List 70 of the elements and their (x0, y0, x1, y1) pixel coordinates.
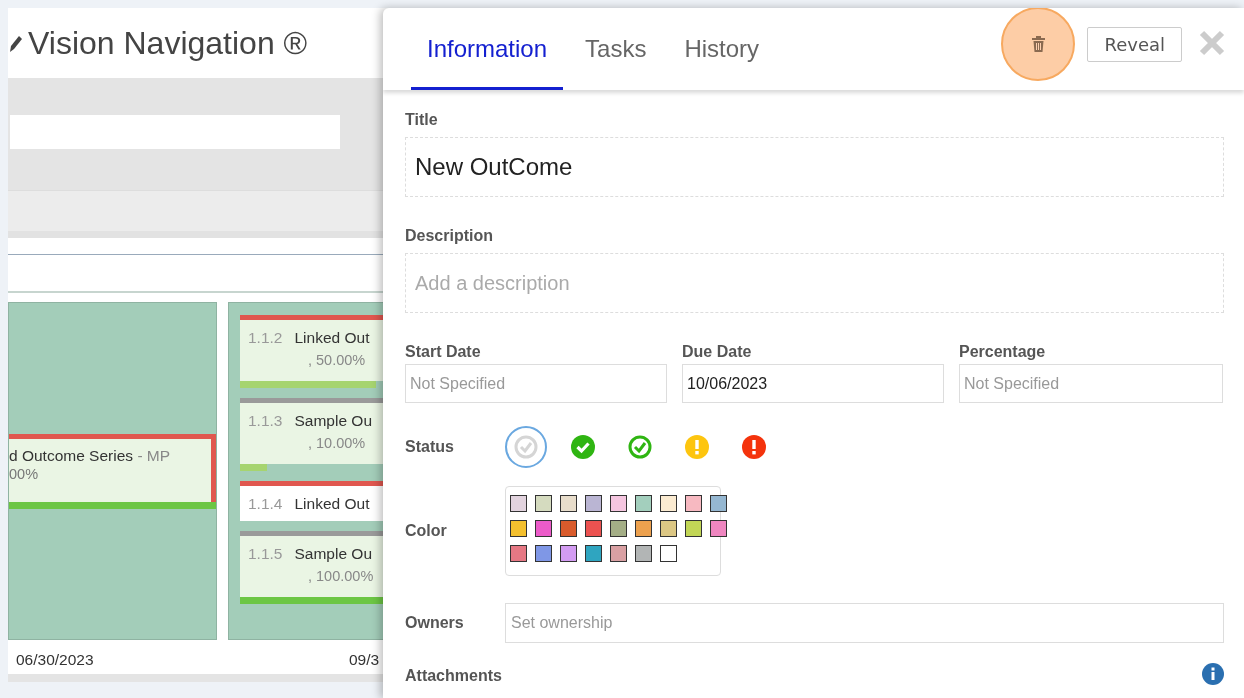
color-swatch[interactable] (585, 495, 602, 512)
unset-status-icon (513, 434, 539, 460)
description-field[interactable]: Add a description (405, 253, 1224, 313)
tab[interactable]: Tasks (569, 35, 663, 90)
color-swatch[interactable] (610, 495, 627, 512)
outcome-number: 1.1.5 (248, 545, 283, 562)
date-label: 06/30/2023 (16, 651, 95, 669)
color-swatch[interactable] (535, 520, 552, 537)
tab[interactable]: History (668, 35, 776, 90)
color-swatch[interactable] (560, 495, 577, 512)
reveal-button[interactable]: Reveal (1087, 26, 1182, 62)
close-icon (1198, 28, 1226, 57)
series-percent: 00% (9, 466, 39, 482)
title-field[interactable]: New OutCome (405, 137, 1224, 197)
alert-status-icon (741, 434, 767, 460)
date-field[interactable]: Not Specified (405, 364, 667, 403)
outcome-title: Linked Out (294, 329, 370, 346)
color-swatch[interactable] (510, 520, 527, 537)
field-label: Owners (405, 614, 465, 632)
warning-status-icon (684, 434, 710, 460)
outcome-number: 1.1.4 (248, 495, 283, 512)
color-swatch[interactable] (660, 545, 677, 562)
search-field[interactable] (10, 115, 340, 149)
field-label: Title (405, 111, 439, 129)
date-field[interactable]: 10/06/2023 (682, 364, 944, 403)
date-label: 09/3 (349, 651, 380, 669)
field-label: Status (405, 438, 455, 456)
color-swatch[interactable] (585, 545, 602, 562)
outcome-percent: , 100.00% (308, 568, 374, 584)
color-swatch[interactable] (560, 545, 577, 562)
outcome-number: 1.1.2 (248, 329, 283, 346)
color-swatch[interactable] (685, 495, 702, 512)
color-swatch[interactable] (660, 520, 677, 537)
field-label: Percentage (959, 343, 1047, 361)
color-swatch[interactable] (560, 520, 577, 537)
color-swatch[interactable] (710, 495, 727, 512)
field-label: Start Date (405, 343, 482, 361)
outcome-number: 1.1.3 (248, 412, 283, 429)
color-swatch[interactable] (610, 520, 627, 537)
color-swatch[interactable] (535, 545, 552, 562)
field-label: Attachments (405, 667, 502, 685)
color-swatch[interactable] (635, 520, 652, 537)
outcome-percent: , 10.00% (308, 435, 366, 451)
outcome-title: Sample Ou (294, 545, 373, 562)
color-swatch[interactable] (535, 495, 552, 512)
done-status-icon (570, 434, 596, 460)
color-swatch[interactable] (660, 495, 677, 512)
field-label: Description (405, 227, 494, 245)
series-card[interactable]: d Outcome Series - MP 00% (9, 434, 216, 502)
outcome-title: Linked Out (294, 495, 370, 512)
owners-field[interactable]: Set ownership (505, 603, 1224, 643)
outcome-percent: , 50.00% (308, 352, 366, 368)
date-field[interactable]: Not Specified (959, 364, 1223, 403)
app-title: Vision Navigation ® (28, 24, 308, 62)
color-swatch[interactable] (610, 545, 627, 562)
color-swatch[interactable] (710, 520, 727, 537)
color-swatch[interactable] (685, 520, 702, 537)
info-icon[interactable] (1202, 663, 1224, 685)
color-swatch[interactable] (510, 545, 527, 562)
on-track-status-icon (627, 434, 653, 460)
series-title: d Outcome Series (9, 447, 134, 464)
color-swatch[interactable] (585, 520, 602, 537)
field-label: Due Date (682, 343, 753, 361)
owner-initials: - MP (137, 447, 171, 464)
color-swatch[interactable] (635, 545, 652, 562)
outcome-title: Sample Ou (294, 412, 373, 429)
color-swatch[interactable] (510, 495, 527, 512)
color-swatch[interactable] (635, 495, 652, 512)
trash-icon (1031, 36, 1045, 52)
tab[interactable]: Information (411, 35, 564, 90)
